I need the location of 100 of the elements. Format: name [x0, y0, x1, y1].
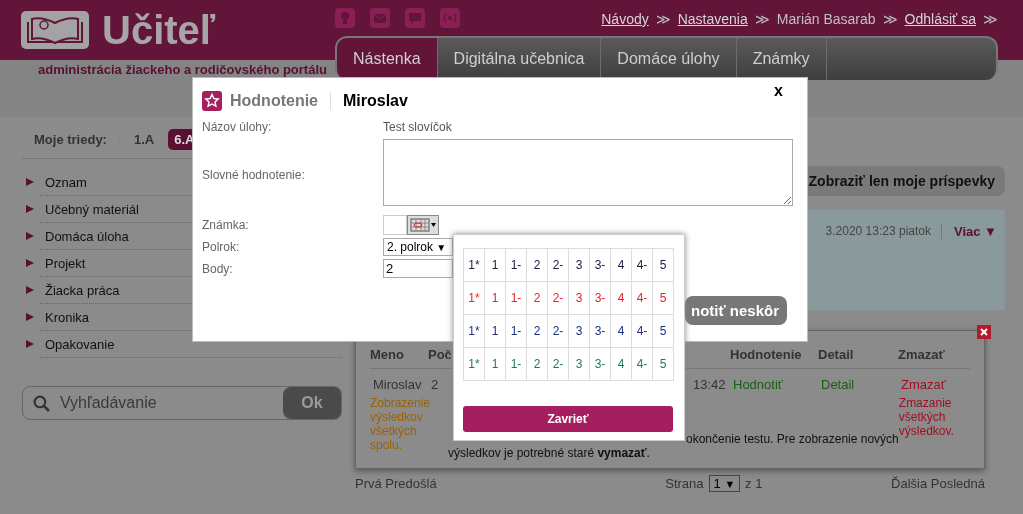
- grade-later-button[interactable]: notiť neskôr: [684, 296, 787, 325]
- sidebar-item[interactable]: Kronika: [45, 309, 90, 325]
- page-label: Strana: [665, 476, 704, 491]
- logo-text: Učiteľ: [102, 8, 216, 52]
- search-icon: [33, 394, 50, 412]
- grade-option[interactable]: 1-: [506, 315, 527, 348]
- comment-field[interactable]: [383, 139, 793, 206]
- grade-option[interactable]: 2: [527, 282, 548, 315]
- post-date: 3.2020 13:23 piatok: [825, 224, 931, 238]
- grade-option[interactable]: 2: [527, 315, 548, 348]
- grade-option[interactable]: 2: [527, 348, 548, 381]
- grade-option[interactable]: 1-: [506, 282, 527, 315]
- header-link[interactable]: Nastavenia: [677, 11, 748, 36]
- grade-option[interactable]: 1-: [506, 348, 527, 381]
- grade-option[interactable]: 1: [485, 315, 506, 348]
- sidebar-item[interactable]: Domáca úloha: [45, 228, 129, 244]
- grade-option[interactable]: 1: [485, 249, 506, 282]
- grade-option[interactable]: 1: [485, 282, 506, 315]
- arrow-icon: [26, 178, 34, 186]
- link-separator: ≫: [983, 11, 998, 29]
- grade-option[interactable]: 4-: [632, 315, 653, 348]
- grade-option[interactable]: 3: [569, 249, 590, 282]
- prev-links[interactable]: Prvá Predošlá: [355, 476, 437, 491]
- grade-option[interactable]: 2-: [548, 315, 569, 348]
- grade-option[interactable]: 5: [653, 315, 674, 348]
- arrow-icon: [26, 340, 34, 348]
- close-button[interactable]: x: [768, 81, 789, 101]
- field-label: Body:: [202, 261, 234, 276]
- field-label: Názov úlohy:: [202, 120, 273, 134]
- arrow-icon: [26, 286, 34, 294]
- ok-button[interactable]: Ok: [283, 387, 341, 419]
- grade-picker-button[interactable]: [407, 215, 439, 235]
- sidebar-item[interactable]: Opakovanie: [45, 336, 115, 352]
- nav-tab[interactable]: Nástenka: [337, 38, 438, 80]
- class-chip[interactable]: 1.A: [127, 129, 161, 150]
- grade-option[interactable]: 3-: [590, 249, 611, 282]
- page-select[interactable]: 1 ▼: [708, 475, 741, 492]
- chat-bubble-icon[interactable]: [405, 8, 425, 28]
- column-header: Poč: [428, 347, 453, 362]
- dialog-title: Hodnotenie: [230, 92, 318, 110]
- grade-option[interactable]: 4: [611, 315, 632, 348]
- header-link[interactable]: Návody: [601, 11, 649, 36]
- grade-option[interactable]: 1*: [464, 348, 485, 381]
- header-link[interactable]: Odhlásiť sa: [904, 11, 976, 36]
- grade-option[interactable]: 4-: [632, 249, 653, 282]
- grade-option[interactable]: 4: [611, 348, 632, 381]
- grade-option[interactable]: 2-: [548, 348, 569, 381]
- table-cell-text: 13:42: [693, 377, 727, 392]
- close-icon[interactable]: [977, 325, 991, 339]
- grade-option[interactable]: 1-: [506, 249, 527, 282]
- column-header: Zmazať: [898, 347, 946, 362]
- arrow-icon: [26, 259, 34, 267]
- column-header: Hodnotenie: [730, 347, 803, 362]
- task-name: Test slovíčok: [383, 120, 452, 134]
- page-count: z 1: [745, 476, 763, 491]
- grade-option[interactable]: 3: [569, 348, 590, 381]
- sidebar-item[interactable]: Učebný materiál: [45, 201, 139, 217]
- grade-option[interactable]: 2-: [548, 249, 569, 282]
- grade-option[interactable]: 3: [569, 315, 590, 348]
- grade-option[interactable]: 3: [569, 282, 590, 315]
- grade-option[interactable]: 1*: [464, 249, 485, 282]
- link-separator: ≫: [882, 11, 898, 29]
- arrow-icon: [26, 232, 34, 240]
- tagline: administrácia žiackeho a rodičovského portálu: [38, 62, 328, 77]
- grade-option[interactable]: 1*: [464, 315, 485, 348]
- sidebar-item[interactable]: Projekt: [45, 255, 86, 271]
- column-header: Detail: [818, 347, 855, 362]
- table-cell-text: Miroslav: [373, 377, 423, 392]
- grade-option[interactable]: 4: [611, 282, 632, 315]
- grade-option[interactable]: 3-: [590, 348, 611, 381]
- search-field[interactable]: Vyhľadávanie Ok: [22, 386, 342, 420]
- more-link[interactable]: Viac ▼: [941, 224, 997, 239]
- link-separator: ≫: [754, 11, 770, 29]
- table-cell-text: 2: [431, 377, 440, 392]
- grade-option[interactable]: 3-: [590, 282, 611, 315]
- arrow-icon: [26, 313, 34, 321]
- close-picker-button[interactable]: Zavrieť: [463, 406, 673, 432]
- field-label: Polrok:: [202, 240, 241, 254]
- grade-option[interactable]: 2-: [548, 282, 569, 315]
- grade-option[interactable]: 2: [527, 249, 548, 282]
- grade-option[interactable]: 1: [485, 348, 506, 381]
- student-name: Miroslav: [343, 92, 408, 110]
- grade-option[interactable]: 5: [653, 249, 674, 282]
- grade-option[interactable]: 5: [653, 282, 674, 315]
- lightbulb-icon[interactable]: [335, 8, 355, 28]
- sidebar-item[interactable]: Žiacka práca: [45, 282, 120, 298]
- grade-option[interactable]: 4-: [632, 282, 653, 315]
- envelope-icon[interactable]: [370, 8, 390, 28]
- next-links[interactable]: Ďalšia Posledná: [891, 476, 985, 491]
- grade-field[interactable]: [383, 215, 407, 235]
- broadcast-icon[interactable]: [440, 8, 460, 28]
- grade-option[interactable]: 4: [611, 249, 632, 282]
- sidebar-item[interactable]: Oznam: [45, 174, 87, 190]
- grade-option[interactable]: 3-: [590, 315, 611, 348]
- grade-option[interactable]: 4-: [632, 348, 653, 381]
- grade-option[interactable]: 1*: [464, 282, 485, 315]
- term-select[interactable]: 2. polrok ▼: [383, 238, 453, 256]
- points-field[interactable]: 2: [383, 259, 453, 278]
- grade-option[interactable]: 5: [653, 348, 674, 381]
- star-icon: [202, 91, 222, 111]
